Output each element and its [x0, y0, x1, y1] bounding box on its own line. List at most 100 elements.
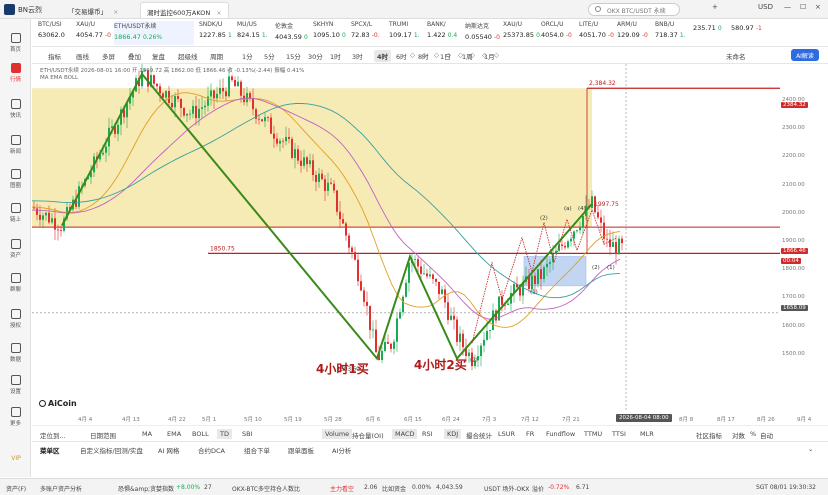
- sidebar-item-auth[interactable]: 授权: [0, 307, 31, 333]
- ticker-item[interactable]: SNDK/U 1227.85 1: [199, 21, 241, 45]
- toolbar-item[interactable]: 复盘: [152, 51, 165, 61]
- bottom-tab[interactable]: 组合下单: [244, 445, 270, 455]
- search-input[interactable]: OKX BTC/USDT 永续: [588, 3, 680, 16]
- ticker-item[interactable]: BNB/U 718.37 1.: [655, 21, 697, 45]
- sidebar-item-home[interactable]: 首页: [0, 31, 31, 57]
- bottom-tab[interactable]: 自定义指标/回测/实盘: [80, 445, 143, 455]
- toolbar-item[interactable]: 画线: [76, 51, 89, 61]
- bottom-tab[interactable]: 菜单区: [40, 445, 60, 455]
- close-icon[interactable]: ×: [113, 8, 118, 16]
- period-option[interactable]: 6时: [396, 51, 407, 61]
- ticker-item[interactable]: BTC/USI 63062.0: [38, 21, 80, 45]
- sub-indicator-toggle[interactable]: TTMU: [584, 430, 602, 438]
- status-item[interactable]: 比如资金: [382, 484, 406, 493]
- period-option[interactable]: 5分: [264, 51, 275, 61]
- add-icon[interactable]: +: [712, 3, 718, 11]
- status-item[interactable]: 0.00%: [412, 484, 431, 491]
- bottom-tab[interactable]: AI分析: [332, 445, 351, 455]
- status-item[interactable]: 恐惧&amp;贪婪指数: [118, 484, 174, 493]
- period-dropdown[interactable]: 周期: [210, 51, 223, 61]
- sidebar-item-data[interactable]: 数据: [0, 341, 31, 367]
- date-range-button[interactable]: 日期范围: [90, 430, 116, 440]
- toolbar-item[interactable]: 超级线: [178, 51, 198, 61]
- ticker-item[interactable]: ETH/USDT永续 1866.47 0.26%: [114, 21, 194, 45]
- sidebar-item-market[interactable]: 行情: [0, 61, 31, 87]
- sidebar-item-flash[interactable]: 快讯: [0, 97, 31, 123]
- sub-indicator-toggle[interactable]: Fundflow: [546, 430, 575, 438]
- sub-indicator-toggle[interactable]: FR: [526, 430, 534, 438]
- redo-icon[interactable]: ◇: [494, 51, 499, 59]
- main-indicator-toggle[interactable]: TD: [217, 429, 232, 439]
- main-indicator-toggle[interactable]: SBI: [242, 430, 253, 438]
- toolbar-item[interactable]: 多屏: [102, 51, 115, 61]
- main-indicator-toggle[interactable]: MA: [142, 430, 152, 438]
- goto-date-button[interactable]: 定位到...: [40, 430, 66, 440]
- period-option[interactable]: 15分: [286, 51, 301, 61]
- ticker-item[interactable]: XAU/U 4054.77 -0: [76, 21, 118, 45]
- fx-icon[interactable]: ◇: [434, 51, 439, 59]
- status-item[interactable]: 溢价: [532, 484, 544, 493]
- status-item[interactable]: 多账户资产分析: [40, 484, 82, 493]
- status-item[interactable]: 4,043.59: [436, 484, 463, 491]
- sub-indicator-toggle[interactable]: MACD: [392, 429, 418, 439]
- sub-indicator-toggle[interactable]: RSI: [422, 430, 433, 438]
- ticker-item[interactable]: ORCL/U 4054.0 -0: [541, 21, 583, 45]
- ticker-item[interactable]: 纳斯达克 0.05540 -0: [465, 21, 507, 45]
- close-icon[interactable]: ×: [216, 9, 221, 17]
- community-indicator-button[interactable]: 社区指标: [696, 430, 722, 440]
- bottom-tab[interactable]: 合约DCA: [198, 445, 225, 455]
- status-item[interactable]: 主力看空: [330, 484, 354, 493]
- ticker-item[interactable]: LITE/U 4051.70 -0: [579, 21, 621, 45]
- tab-signals[interactable]: 「交易爆币」 ×: [62, 2, 124, 18]
- sub-indicator-toggle[interactable]: TTSI: [612, 430, 626, 438]
- percent-scale-toggle[interactable]: %: [750, 430, 756, 438]
- status-item[interactable]: -0.72%: [548, 484, 569, 491]
- period-option[interactable]: 30分: [308, 51, 323, 61]
- vip-badge[interactable]: VIP: [6, 455, 26, 462]
- status-item[interactable]: +8.00%: [176, 484, 200, 491]
- ticker-item[interactable]: ARM/U 129.09 -0: [617, 21, 659, 45]
- layout-name[interactable]: 未命名: [726, 51, 746, 61]
- tab-monitor[interactable]: 潮时监控600万AKON ×: [140, 2, 229, 18]
- ticker-item[interactable]: SPCX/L 72.83 -0.: [351, 21, 393, 45]
- collapse-panel-icon[interactable]: ⌄: [808, 445, 813, 453]
- sidebar-item-settings[interactable]: 设置: [0, 373, 31, 399]
- sub-indicator-toggle[interactable]: KDJ: [444, 429, 462, 439]
- price-chart[interactable]: 2,384.32 1850.75 1997.75 1503.60 (2) (1) (2) (4…: [32, 64, 780, 412]
- ticker-item[interactable]: TRUMI 109.17 1.: [389, 21, 431, 45]
- time-axis[interactable]: 2026-08-04 08:00 4月 4 4月 13 4月 22 5月 1 5月 10…: [32, 412, 828, 425]
- period-option[interactable]: 4时: [374, 50, 392, 62]
- currency-select[interactable]: USD: [758, 3, 773, 11]
- minimize-icon[interactable]: —: [784, 3, 791, 11]
- sidebar-item-more[interactable]: 更多: [0, 405, 31, 431]
- ticker-item[interactable]: 伦敦金 4043.59 0: [275, 21, 317, 45]
- status-item[interactable]: 6.71: [576, 484, 589, 491]
- status-item[interactable]: OKX-BTC多空持仓人数比: [232, 484, 300, 493]
- ticker-item[interactable]: XAU/U 25373.85 0.: [503, 21, 545, 45]
- status-item[interactable]: 27: [204, 484, 212, 491]
- log-scale-toggle[interactable]: 对数: [732, 430, 745, 440]
- status-item[interactable]: USDT 场外-OKX: [484, 484, 529, 493]
- indicator-icon[interactable]: ◇: [422, 51, 427, 59]
- sidebar-item-assets[interactable]: 资产: [0, 237, 31, 263]
- ticker-item[interactable]: 580.97 -1: [731, 21, 773, 45]
- ticker-item[interactable]: SKHYN 1095.10 0: [313, 21, 355, 45]
- status-item[interactable]: 资产(F): [6, 484, 26, 493]
- sidebar-item-chat[interactable]: 群聊: [0, 271, 31, 297]
- sidebar-item-community[interactable]: 图圈: [0, 167, 31, 193]
- maximize-icon[interactable]: ☐: [800, 3, 806, 11]
- sub-indicator-toggle[interactable]: 撮合统计: [466, 430, 492, 440]
- status-item[interactable]: 2.06: [364, 484, 377, 491]
- toolbar-item[interactable]: 指标: [48, 51, 61, 61]
- period-option[interactable]: 1时: [330, 51, 341, 61]
- period-option[interactable]: 3时: [352, 51, 363, 61]
- sidebar-item-chain[interactable]: 链上: [0, 201, 31, 227]
- price-axis[interactable]: 2400.00 2300.00 2200.00 2100.00 2000.00 1900.…: [780, 64, 828, 412]
- sidebar-item-news[interactable]: 新闻: [0, 133, 31, 159]
- sub-indicator-toggle[interactable]: Volume: [322, 429, 353, 439]
- main-indicator-toggle[interactable]: EMA: [167, 430, 181, 438]
- chart-canvas[interactable]: 2,384.321850.751997.751503.60(2)(1)(2)(4…: [32, 64, 780, 412]
- undo-icon[interactable]: ◇: [482, 51, 487, 59]
- auto-scale-toggle[interactable]: 自动: [760, 430, 773, 440]
- bottom-tab[interactable]: 跟单面板: [288, 445, 314, 455]
